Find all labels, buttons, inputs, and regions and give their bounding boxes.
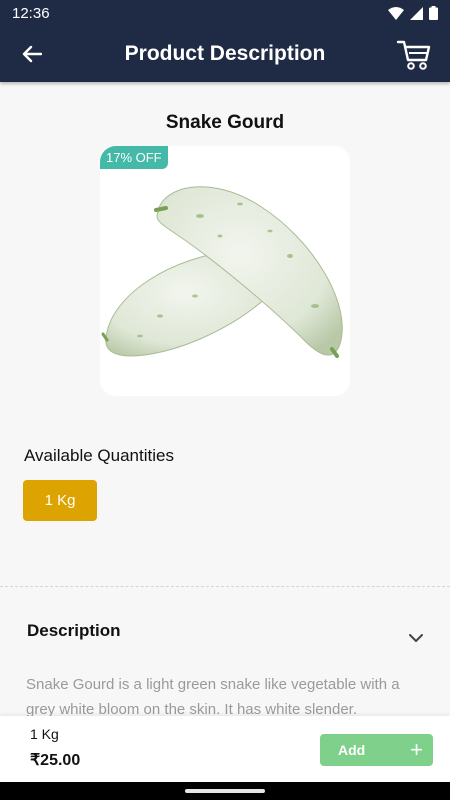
- arrow-left-icon: [22, 45, 42, 63]
- bottom-cart-bar: 1 Kg ₹25.00 Add +: [0, 716, 450, 782]
- back-button[interactable]: [18, 40, 46, 68]
- signal-icon: [410, 6, 423, 20]
- cart-button[interactable]: [396, 36, 432, 72]
- wifi-icon: [388, 6, 404, 20]
- product-name: Snake Gourd: [165, 112, 285, 133]
- app-bar: Product Description: [0, 26, 450, 82]
- available-quantities-heading: Available Quantities: [24, 446, 174, 465]
- status-bar: 12:36: [0, 0, 450, 26]
- home-indicator[interactable]: [185, 789, 265, 793]
- selected-quantity: 1 Kg: [30, 726, 59, 742]
- system-nav-bar: [0, 782, 450, 800]
- add-to-cart-button[interactable]: Add +: [320, 734, 433, 766]
- product-image: [101, 186, 343, 358]
- chevron-down-icon: [409, 634, 423, 642]
- description-expand-button[interactable]: [408, 630, 424, 646]
- add-button-label: Add: [338, 742, 366, 758]
- page-title: Product Description: [124, 42, 326, 65]
- description-text: Snake Gourd is a light green snake like …: [26, 676, 400, 718]
- plus-icon: +: [410, 737, 423, 762]
- discount-badge: 17% OFF: [100, 146, 168, 169]
- product-price: ₹25.00: [30, 752, 81, 769]
- product-image-card: 17% OFF: [100, 146, 350, 396]
- description-heading: Description: [27, 621, 121, 640]
- status-icons: [388, 6, 438, 20]
- shopping-cart-icon: [396, 40, 431, 70]
- section-divider: [0, 586, 450, 587]
- status-time: 12:36: [12, 4, 50, 22]
- battery-icon: [429, 6, 438, 20]
- quantity-option-1kg[interactable]: 1 Kg: [23, 480, 97, 521]
